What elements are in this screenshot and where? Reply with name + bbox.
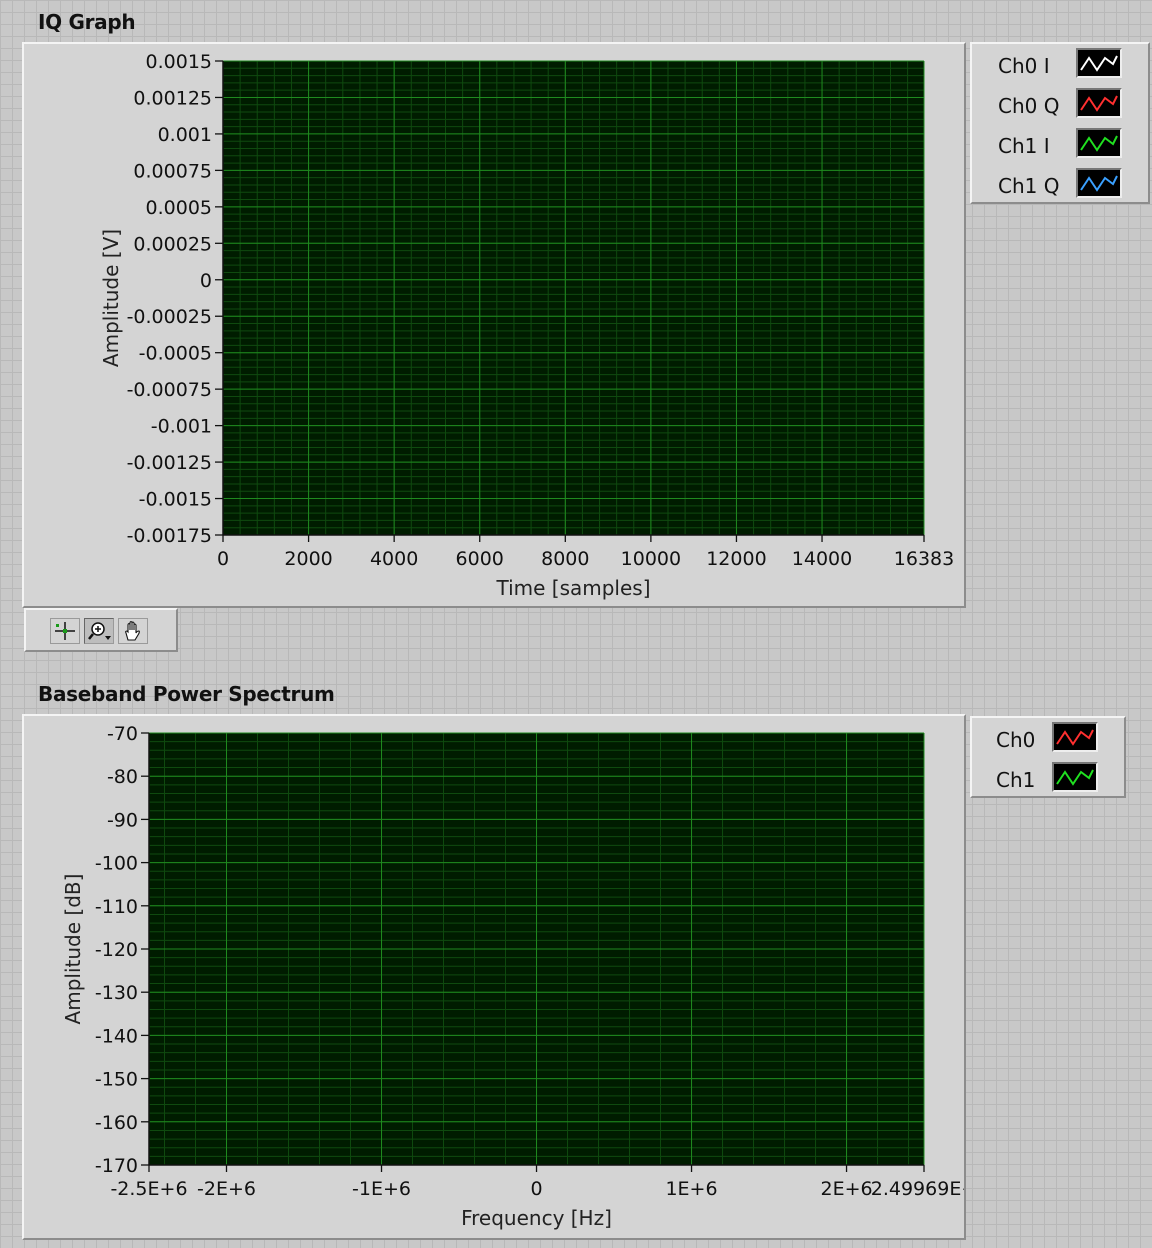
y-tick-label: -0.0015 — [139, 489, 212, 511]
x-tick-label: 2E+6 — [820, 1178, 872, 1200]
legend-label: Ch0 I — [998, 54, 1050, 78]
spectrum-graph-panel: -2.5E+6 -2E+6 -1E+6 0 1E+6 2E+62.49969E+ -70 -8… — [22, 714, 966, 1240]
zoom-tool-button[interactable] — [84, 618, 114, 644]
iq-graph-title: IQ Graph — [38, 10, 136, 34]
x-tick-label: 2.49969E+ — [871, 1178, 964, 1200]
y-tick-label: 0.001 — [158, 124, 212, 146]
x-tick-label: -2E+6 — [197, 1178, 256, 1200]
x-tick-label: 0 — [217, 548, 229, 570]
legend-item-ch1[interactable]: Ch1 — [996, 762, 1124, 798]
plot-line-swatch-icon[interactable] — [1052, 762, 1098, 792]
x-tick-label: 0 — [530, 1178, 542, 1200]
y-tick-label: -150 — [95, 1069, 138, 1091]
y-tick-label: -90 — [107, 809, 138, 831]
x-tick-label: 16383 — [894, 548, 954, 570]
spectrum-graph-chart[interactable]: -2.5E+6 -2E+6 -1E+6 0 1E+6 2E+62.49969E+ -70 -8… — [24, 716, 964, 1238]
graph-palette-toolbar — [24, 608, 178, 652]
spectrum-graph-title: Baseband Power Spectrum — [38, 682, 335, 706]
x-tick-label: -1E+6 — [352, 1178, 411, 1200]
y-tick-label: -0.00175 — [127, 525, 212, 547]
x-tick-label: -2.5E+6 — [110, 1178, 187, 1200]
plot-line-swatch-icon[interactable] — [1076, 128, 1122, 158]
y-tick-label: -100 — [95, 853, 138, 875]
cursor-move-tool-button[interactable] — [50, 618, 80, 644]
y-tick-label: -0.00025 — [127, 306, 212, 328]
x-tick-label: 6000 — [456, 548, 504, 570]
y-tick-label: -0.00125 — [127, 452, 212, 474]
zoom-icon — [88, 622, 111, 640]
spectrum-graph-legend[interactable]: Ch0 Ch1 — [970, 716, 1126, 798]
legend-item-ch1-q[interactable]: Ch1 Q — [998, 168, 1146, 204]
iq-graph-legend[interactable]: Ch0 I Ch0 Q Ch1 I Ch1 Q — [970, 42, 1150, 204]
x-tick-label: 12000 — [706, 548, 766, 570]
plot-line-swatch-icon[interactable] — [1076, 88, 1122, 118]
y-tick-label: -70 — [107, 723, 138, 745]
y-tick-label: -0.0005 — [139, 343, 212, 365]
x-tick-label: 1E+6 — [665, 1178, 717, 1200]
y-tick-label: -110 — [95, 896, 138, 918]
x-tick-label: 14000 — [792, 548, 852, 570]
x-tick-label: 4000 — [370, 548, 418, 570]
plot-area[interactable] — [223, 61, 924, 535]
pan-tool-button[interactable] — [118, 618, 148, 644]
plot-line-swatch-icon[interactable] — [1076, 168, 1122, 198]
x-tick-label: 2000 — [284, 548, 332, 570]
y-tick-label: -160 — [95, 1112, 138, 1134]
y-tick-label: -0.00075 — [127, 379, 212, 401]
y-tick-label: -130 — [95, 982, 138, 1004]
y-tick-label: 0.00025 — [133, 233, 212, 255]
y-axis-title: Amplitude [dB] — [61, 874, 85, 1025]
y-tick-label: -170 — [95, 1155, 138, 1177]
legend-label: Ch1 Q — [998, 174, 1060, 198]
iq-graph-panel: 0 2000 4000 6000 8000 10000 12000 14000 16383 0.0… — [22, 42, 966, 608]
crosshair-icon — [55, 622, 75, 640]
legend-label: Ch1 I — [998, 134, 1050, 158]
y-tick-label: -80 — [107, 766, 138, 788]
y-tick-label: -140 — [95, 1025, 138, 1047]
legend-item-ch0-q[interactable]: Ch0 Q — [998, 88, 1146, 124]
y-tick-label: 0.0015 — [146, 51, 212, 73]
x-tick-label: 8000 — [541, 548, 589, 570]
y-tick-label: 0.00075 — [133, 160, 212, 182]
x-axis-title: Time [samples] — [495, 576, 650, 600]
legend-label: Ch1 — [996, 768, 1036, 792]
legend-item-ch1-i[interactable]: Ch1 I — [998, 128, 1146, 164]
plot-line-swatch-icon[interactable] — [1076, 48, 1122, 78]
x-tick-label: 10000 — [621, 548, 681, 570]
legend-label: Ch0 Q — [998, 94, 1060, 118]
x-axis-title: Frequency [Hz] — [461, 1206, 612, 1230]
iq-graph-chart[interactable]: 0 2000 4000 6000 8000 10000 12000 14000 16383 0.0… — [24, 44, 964, 606]
y-tick-label: -120 — [95, 939, 138, 961]
y-tick-label: 0.00125 — [133, 87, 212, 109]
y-axis-title: Amplitude [V] — [99, 229, 123, 367]
legend-item-ch0[interactable]: Ch0 — [996, 722, 1124, 758]
y-tick-label: -0.001 — [151, 416, 212, 438]
hand-icon — [125, 621, 140, 641]
legend-label: Ch0 — [996, 728, 1036, 752]
legend-item-ch0-i[interactable]: Ch0 I — [998, 48, 1146, 84]
y-tick-label: 0.0005 — [146, 197, 212, 219]
plot-line-swatch-icon[interactable] — [1052, 722, 1098, 752]
y-tick-label: 0 — [200, 270, 212, 292]
